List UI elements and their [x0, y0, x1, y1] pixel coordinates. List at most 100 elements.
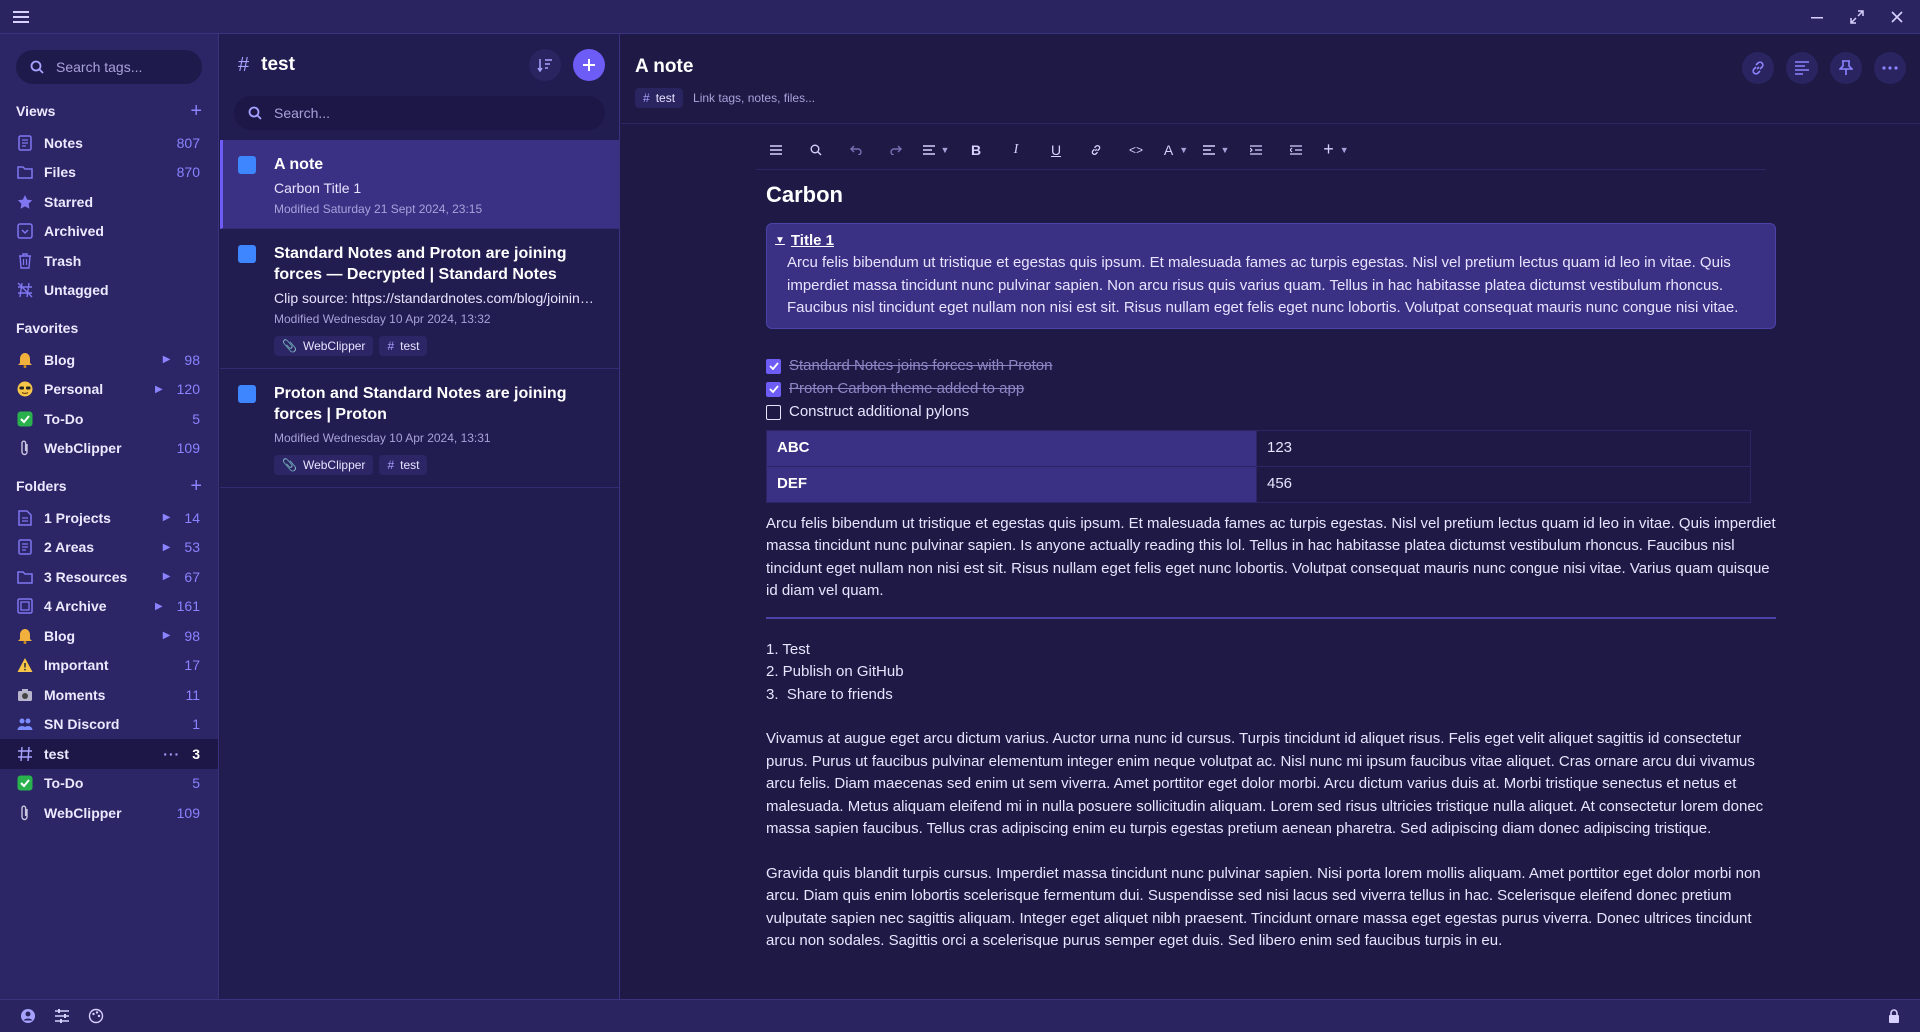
tag-chip[interactable]: # test [379, 455, 428, 475]
favorites-item-webclipper[interactable]: WebClipper 109 [0, 434, 218, 464]
tag-chip[interactable]: 📎 WebClipper [274, 455, 374, 475]
views-item-notes[interactable]: Notes 807 [0, 128, 218, 158]
hamburger-icon[interactable] [10, 6, 32, 28]
editor-type-icon[interactable] [1786, 52, 1818, 84]
bold-button[interactable]: B [956, 135, 996, 165]
favorites-item-personal[interactable]: Personal ▶ 120 [0, 375, 218, 405]
archive-icon [16, 222, 34, 240]
checkbox-checked[interactable] [766, 381, 781, 397]
folders-item-4-archive[interactable]: 4 Archive ▶ 161 [0, 592, 218, 622]
indent-icon[interactable] [1236, 135, 1276, 165]
folders-item-webclipper[interactable]: WebClipper 109 [0, 798, 218, 828]
folders-item-blog[interactable]: Blog ▶ 98 [0, 621, 218, 651]
minimize-icon[interactable] [1806, 6, 1828, 28]
chevron-down-icon: ▼ [1339, 144, 1349, 155]
themes-icon[interactable] [86, 1006, 106, 1026]
check-emoji-icon [16, 410, 34, 428]
views-item-files[interactable]: Files 870 [0, 158, 218, 188]
add-view-button[interactable]: + [190, 100, 202, 123]
note-card[interactable]: Proton and Standard Notes are joining fo… [220, 369, 619, 488]
folders-item-to-do[interactable]: To-Do 5 [0, 769, 218, 799]
sort-icon [537, 59, 552, 72]
maximize-icon[interactable] [1846, 6, 1868, 28]
undo-icon[interactable] [836, 135, 876, 165]
folders-item-moments[interactable]: Moments 11 [0, 680, 218, 710]
preferences-icon[interactable] [52, 1006, 72, 1026]
note-title: Standard Notes and Proton are joining fo… [274, 245, 567, 283]
favorites-item-blog[interactable]: Blog ▶ 98 [0, 345, 218, 375]
note-card[interactable]: A note Carbon Title 1 Modified Saturday … [220, 140, 619, 229]
close-icon[interactable] [1886, 6, 1908, 28]
folders-item-count: 67 [184, 568, 200, 585]
redo-icon[interactable] [876, 135, 916, 165]
notes-search-box[interactable] [234, 96, 605, 130]
table-cell[interactable]: 456 [1256, 465, 1751, 503]
folder-icon [16, 163, 34, 181]
new-note-button[interactable] [573, 49, 605, 81]
sort-button[interactable] [529, 49, 561, 81]
views-item-untagged[interactable]: Untagged [0, 276, 218, 306]
chevron-right-icon[interactable]: ▶ [163, 571, 171, 582]
folders-item-label: 3 Resources [44, 568, 128, 585]
add-folder-button[interactable]: + [190, 475, 202, 498]
folders-item-test[interactable]: test ··· 3 [0, 739, 218, 769]
more-options-icon[interactable] [1874, 52, 1906, 84]
favorites-title: Favorites [16, 320, 79, 336]
note-content[interactable]: Carbon ▼ Title 1 Arcu felis bibendum ut … [766, 183, 1776, 967]
link-icon[interactable] [1076, 135, 1116, 165]
code-button[interactable]: <> [1116, 135, 1156, 165]
tag-chip[interactable]: # test [379, 336, 428, 356]
link-input[interactable]: Link tags, notes, files... [693, 91, 815, 105]
tag-search-input[interactable] [56, 59, 196, 75]
insert-label: + [1323, 139, 1334, 159]
folders-item-important[interactable]: Important 17 [0, 651, 218, 681]
underline-button[interactable]: U [1036, 135, 1076, 165]
note-title-field[interactable]: A note [635, 56, 1906, 78]
folders-item-3-resources[interactable]: 3 Resources ▶ 67 [0, 562, 218, 592]
views-item-starred[interactable]: Starred [0, 187, 218, 217]
toolbar-menu-icon[interactable] [756, 135, 796, 165]
views-item-archived[interactable]: Archived [0, 217, 218, 247]
note-type-icon [238, 156, 256, 174]
triangle-down-icon[interactable]: ▼ [775, 230, 785, 253]
tag-chip[interactable]: 📎 WebClipper [274, 336, 374, 356]
italic-button[interactable]: I [996, 135, 1036, 165]
note-editor: A note # test Link tags, notes, files... … [621, 34, 1920, 999]
tag-chip[interactable]: # test [635, 88, 684, 108]
align-dropdown[interactable]: ▼ [1196, 135, 1236, 165]
search-icon[interactable] [796, 135, 836, 165]
more-options-icon[interactable]: ··· [163, 746, 180, 762]
folders-list: 1 Projects ▶ 14 2 Areas ▶ 53 3 Resources ▶ 67 4 A… [0, 503, 218, 828]
text-color-dropdown[interactable]: A ▼ [1156, 135, 1196, 165]
checkbox-checked[interactable] [766, 358, 781, 374]
table-cell[interactable]: ABC [766, 429, 1257, 467]
insert-dropdown[interactable]: + ▼ [1316, 135, 1356, 165]
folders-item-2-areas[interactable]: 2 Areas ▶ 53 [0, 533, 218, 563]
chevron-right-icon[interactable]: ▶ [163, 512, 171, 523]
chevron-right-icon[interactable]: ▶ [163, 354, 171, 365]
checklist-item: Proton Carbon theme added to app [766, 378, 1776, 401]
chevron-right-icon[interactable]: ▶ [163, 630, 171, 641]
chevron-right-icon[interactable]: ▶ [155, 384, 163, 395]
table-cell[interactable]: 123 [1256, 429, 1751, 467]
folders-item-count: 98 [184, 627, 200, 644]
table-cell[interactable]: DEF [766, 465, 1257, 503]
collapsible-title[interactable]: ▼ Title 1 [775, 230, 1755, 253]
account-icon[interactable] [18, 1006, 38, 1026]
pin-icon[interactable] [1830, 52, 1862, 84]
link-icon[interactable] [1742, 52, 1774, 84]
note-card[interactable]: Standard Notes and Proton are joining fo… [220, 229, 619, 369]
views-item-trash[interactable]: Trash [0, 246, 218, 276]
tag-chip-label: WebClipper [302, 458, 366, 472]
tag-search-box[interactable] [16, 50, 202, 84]
chevron-right-icon[interactable]: ▶ [155, 601, 163, 612]
folders-item-sn-discord[interactable]: SN Discord 1 [0, 710, 218, 740]
checkbox-unchecked[interactable] [766, 404, 781, 420]
favorites-item-to-do[interactable]: To-Do 5 [0, 404, 218, 434]
notes-search-input[interactable] [274, 105, 574, 121]
lock-icon[interactable] [1884, 1006, 1904, 1026]
folders-item-1-projects[interactable]: 1 Projects ▶ 14 [0, 503, 218, 533]
outdent-icon[interactable] [1276, 135, 1316, 165]
chevron-right-icon[interactable]: ▶ [163, 542, 171, 553]
paragraph-style-dropdown[interactable]: ▼ [916, 135, 956, 165]
